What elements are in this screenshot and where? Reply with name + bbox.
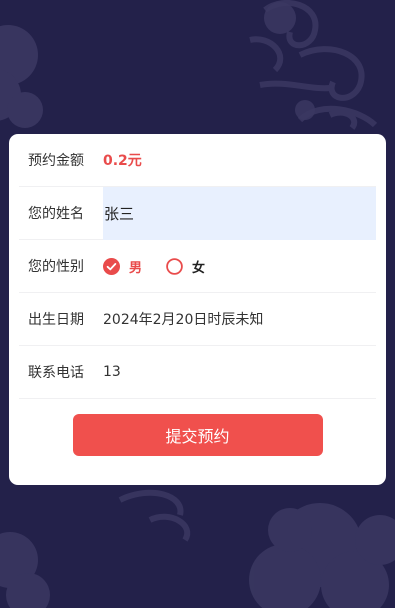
amount-row: 预约金额 0.2元 (19, 134, 376, 187)
birth-value[interactable]: 2024年2月20日时辰未知 (103, 309, 263, 329)
phone-label: 联系电话 (28, 365, 84, 381)
birth-row[interactable]: 出生日期 2024年2月20日时辰未知 (19, 293, 376, 346)
booking-form-card: 预约金额 0.2元 您的姓名 您的性别 男 女 出生日期 20 (9, 134, 386, 485)
checked-radio-icon (103, 257, 120, 275)
gender-option-male[interactable]: 男 (103, 257, 142, 276)
phone-input[interactable]: 13 (103, 364, 121, 380)
gender-label: 您的性别 (28, 259, 84, 275)
gender-option-male-label: 男 (129, 260, 143, 276)
unchecked-radio-icon (166, 257, 183, 275)
gender-option-female[interactable]: 女 (166, 257, 205, 276)
name-label: 您的姓名 (28, 206, 84, 222)
submit-wrap: 提交预约 (19, 399, 376, 456)
gender-option-female-label: 女 (192, 260, 206, 276)
submit-button[interactable]: 提交预约 (72, 414, 323, 456)
birth-label: 出生日期 (28, 312, 84, 328)
phone-row: 联系电话 13 (19, 346, 376, 399)
gender-row: 您的性别 男 女 (19, 240, 376, 293)
amount-label: 预约金额 (28, 153, 84, 169)
name-row: 您的姓名 (19, 187, 376, 240)
amount-value: 0.2元 (103, 153, 142, 169)
gender-radio-group: 男 女 (103, 257, 229, 276)
name-input[interactable] (103, 187, 376, 240)
